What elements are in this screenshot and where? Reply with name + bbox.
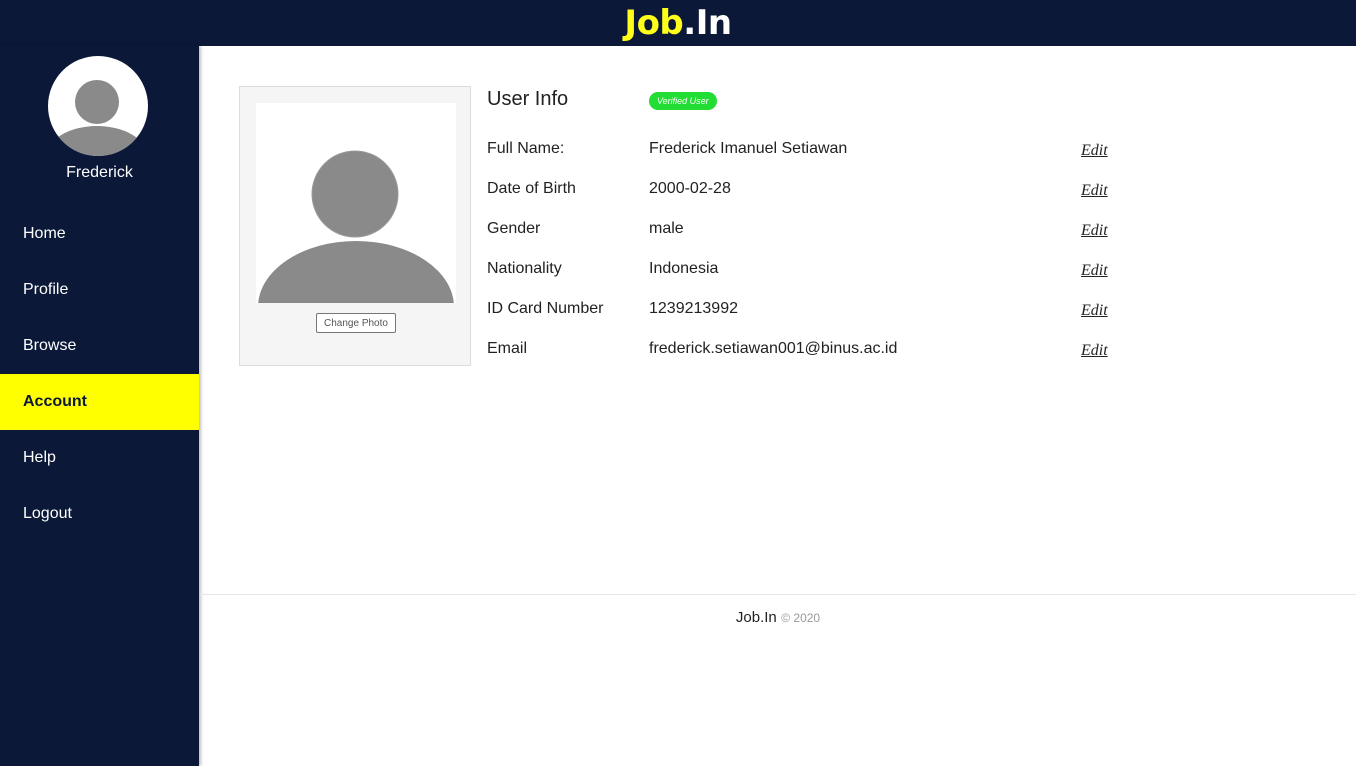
change-photo-button[interactable]: Change Photo: [316, 313, 396, 333]
field-row-date-of-birth: Date of Birth 2000-02-28 Edit: [487, 180, 1127, 204]
verified-badge: Verified User: [649, 92, 717, 110]
sidebar-nav: Home Profile Browse Account Help Logout: [0, 206, 199, 542]
sidebar-username: Frederick: [66, 164, 133, 181]
field-value: 2000-02-28: [649, 180, 731, 197]
field-value: male: [649, 220, 684, 237]
logo-job: Job: [624, 3, 684, 43]
avatar[interactable]: [48, 56, 148, 156]
footer: Job.In © 2020: [200, 594, 1356, 644]
user-info-title: User Info: [487, 88, 569, 110]
user-avatar-icon: [48, 80, 147, 156]
field-value: 1239213992: [649, 300, 738, 317]
field-label: Nationality: [487, 260, 562, 277]
edit-nationality-link[interactable]: Edit: [1081, 262, 1108, 280]
profile-photo-card: Change Photo: [239, 86, 471, 366]
field-row-gender: Gender male Edit: [487, 220, 1127, 244]
profile-photo-placeholder-icon: [258, 150, 454, 303]
field-label: Email: [487, 340, 528, 357]
edit-full-name-link[interactable]: Edit: [1081, 142, 1108, 160]
sidebar-item-browse[interactable]: Browse: [0, 318, 199, 374]
profile-photo: [256, 103, 456, 303]
edit-id-card-number-link[interactable]: Edit: [1081, 302, 1108, 320]
sidebar-item-home[interactable]: Home: [0, 206, 199, 262]
footer-brand: Job.In: [735, 609, 777, 626]
sidebar-item-account[interactable]: Account: [0, 374, 199, 430]
app-logo[interactable]: Job.In: [624, 3, 732, 43]
field-value: Indonesia: [649, 260, 719, 277]
field-label: ID Card Number: [487, 300, 604, 317]
field-value: Frederick Imanuel Setiawan: [649, 140, 848, 157]
edit-gender-link[interactable]: Edit: [1081, 222, 1108, 240]
logo-in: .In: [683, 3, 732, 43]
edit-date-of-birth-link[interactable]: Edit: [1081, 182, 1108, 200]
sidebar-item-logout[interactable]: Logout: [0, 486, 199, 542]
field-label: Date of Birth: [487, 180, 576, 197]
field-row-email: Email frederick.setiawan001@binus.ac.id …: [487, 340, 1127, 364]
sidebar: Frederick Home Profile Browse Account He…: [0, 46, 199, 766]
field-label: Full Name:: [487, 140, 565, 157]
field-value: frederick.setiawan001@binus.ac.id: [649, 340, 898, 357]
field-row-nationality: Nationality Indonesia Edit: [487, 260, 1127, 284]
edit-email-link[interactable]: Edit: [1081, 342, 1108, 360]
field-row-id-card-number: ID Card Number 1239213992 Edit: [487, 300, 1127, 324]
top-bar: Job.In: [0, 0, 1356, 46]
sidebar-item-help[interactable]: Help: [0, 430, 199, 486]
sidebar-item-profile[interactable]: Profile: [0, 262, 199, 318]
field-label: Gender: [487, 220, 541, 237]
footer-copyright: © 2020: [781, 611, 821, 625]
field-row-full-name: Full Name: Frederick Imanuel Setiawan Ed…: [487, 140, 1127, 164]
